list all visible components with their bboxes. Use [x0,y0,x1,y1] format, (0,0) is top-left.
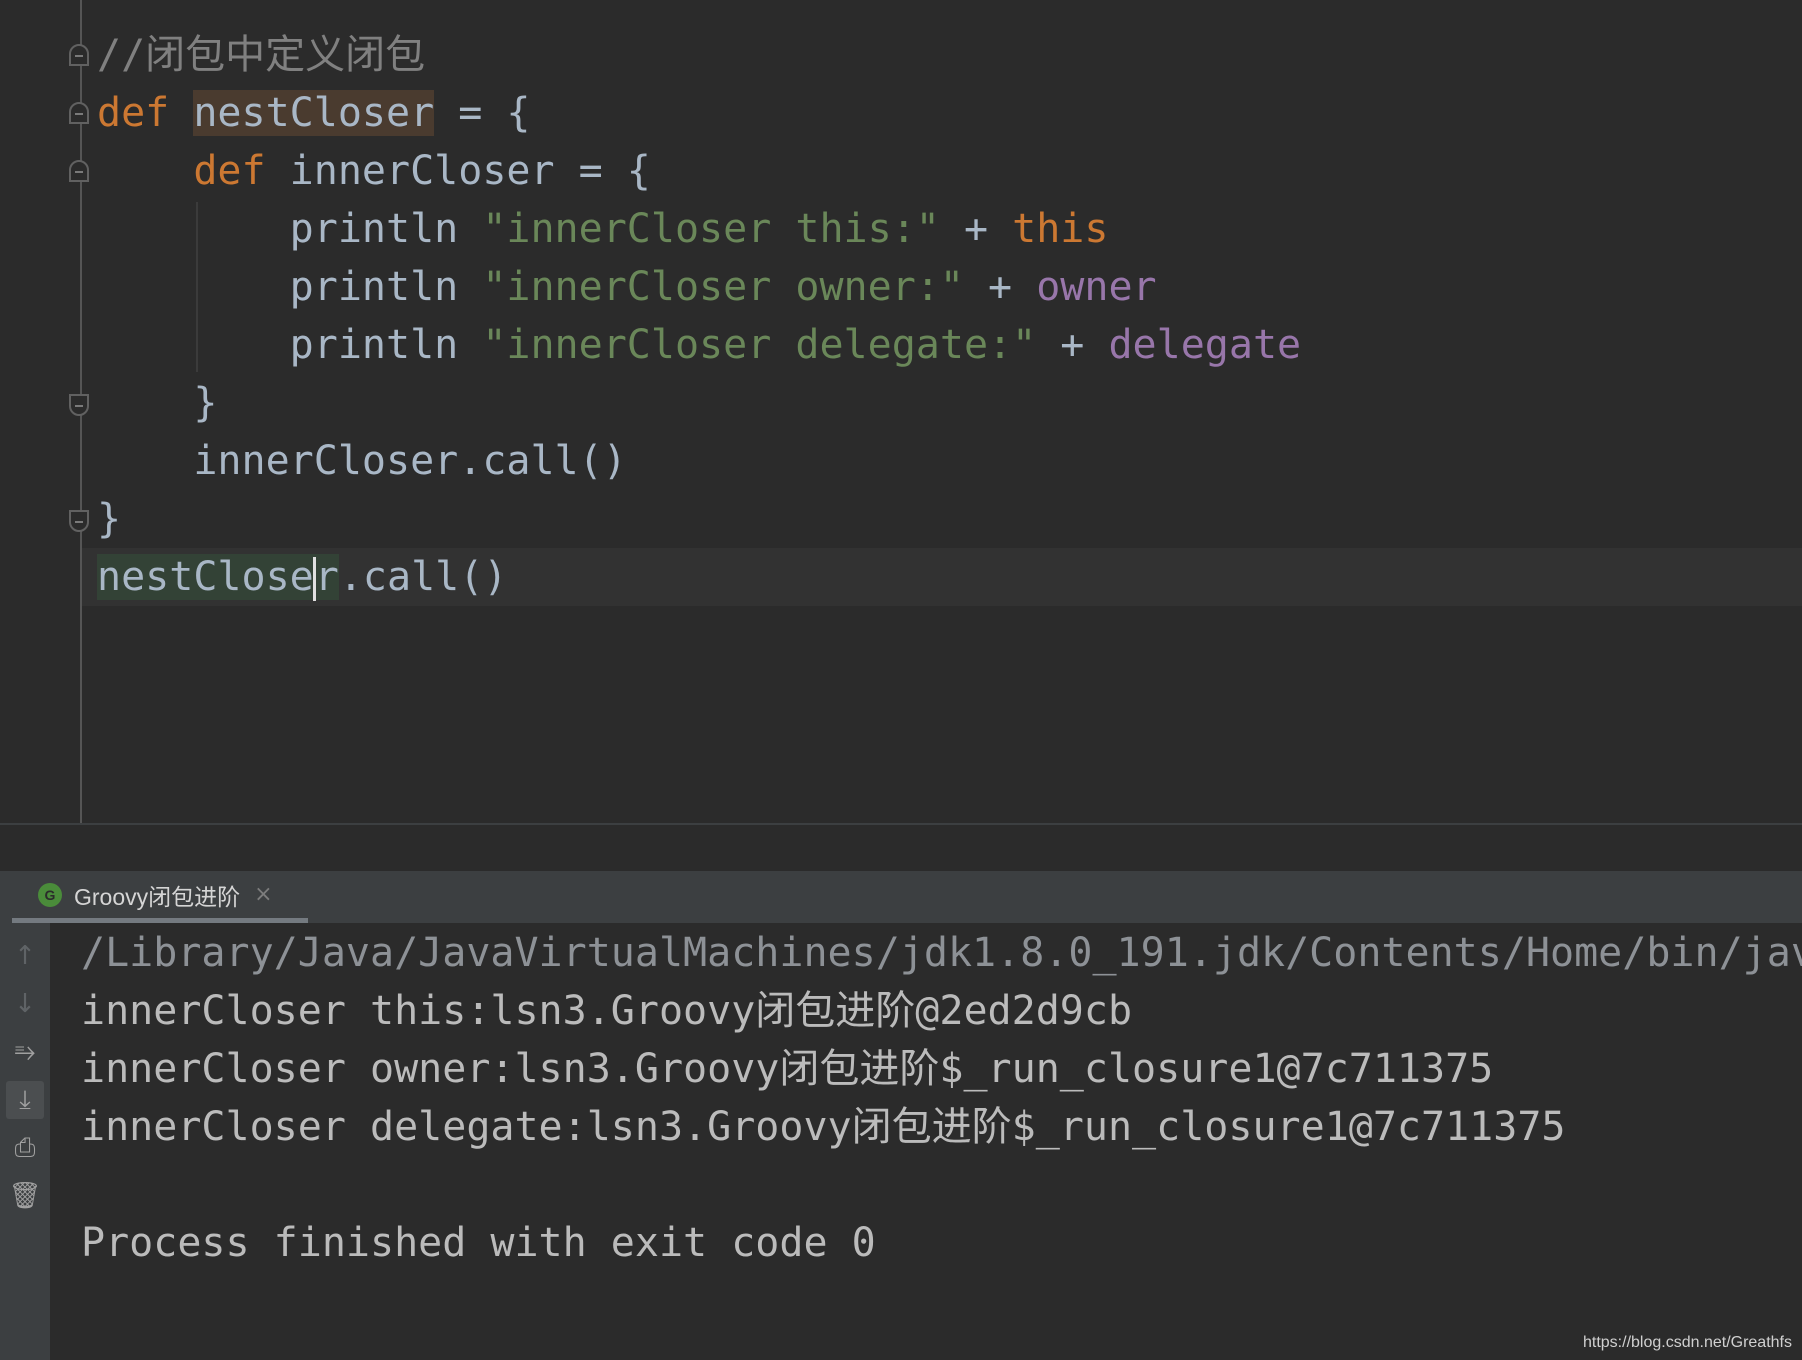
soft-wrap-icon[interactable]: ⥱ [6,1033,44,1071]
console-output[interactable]: /Library/Java/JavaVirtualMachines/jdk1.8… [50,923,1802,1360]
code-line-2: def nestCloser = { [97,85,531,141]
panel-divider[interactable] [0,823,1802,873]
field-owner: owner [1036,264,1157,310]
function-println: println [289,206,483,252]
fold-marker-icon[interactable] [69,160,89,182]
string-literal: "innerCloser delegate:" [482,322,1037,368]
code-line-7: } [97,375,217,431]
console-line: innerCloser delegate:lsn3.Groovy闭包进阶$_ru… [81,1104,1566,1150]
code-text: innerCloser = { [265,148,651,194]
close-icon[interactable]: × [254,882,272,907]
code-editor[interactable]: //闭包中定义闭包 def nestCloser = { def innerCl… [0,0,1802,823]
run-tab-groovy[interactable]: G Groovy闭包进阶 × [12,871,308,923]
fold-end-marker-icon[interactable] [69,510,89,532]
string-literal: "innerCloser this:" [482,206,940,252]
comment: //闭包中定义闭包 [97,32,426,78]
console-line: innerCloser owner:lsn3.Groovy闭包进阶$_run_c… [81,1046,1494,1092]
fold-marker-icon[interactable] [69,44,89,66]
console-line: innerCloser this:lsn3.Groovy闭包进阶@2ed2d9c… [81,988,1133,1034]
fold-marker-icon[interactable] [69,102,89,124]
print-icon[interactable]: ⎙ [6,1129,44,1167]
operator: + [963,264,1037,310]
run-tab-label: Groovy闭包进阶 [74,883,241,910]
identifier-nestCloser: nestCloser [193,90,435,136]
operator: + [939,206,1013,252]
run-toolbar: ↑ ↓ ⥱ ⤓ ⎙ 🗑 [0,923,50,1360]
keyword-this: this [1012,206,1109,252]
operator: + [1036,322,1109,368]
keyword-def: def [193,148,266,194]
code-text: } [97,496,122,542]
function-println: println [289,322,483,368]
console-line: Process finished with exit code 0 [81,1220,876,1266]
code-text: .call() [338,554,508,600]
code-line-9: } [97,491,121,547]
console-line: /Library/Java/JavaVirtualMachines/jdk1.8… [81,930,1802,976]
code-line-1: //闭包中定义闭包 [97,27,425,83]
fold-end-marker-icon[interactable] [69,394,89,416]
identifier-part: nestClose [97,554,314,600]
keyword-def: def [97,90,170,136]
trash-icon[interactable]: 🗑 [6,1177,44,1215]
function-println: println [289,264,483,310]
groovy-icon: G [38,882,62,907]
code-line-4: println "innerCloser this:" + this [97,201,1109,257]
down-arrow-icon[interactable]: ↓ [6,985,44,1023]
code-text: innerCloser.call() [97,438,627,484]
code-line-8: innerCloser.call() [97,433,627,489]
code-text: = { [434,90,531,136]
code-line-5: println "innerCloser owner:" + owner [97,259,1157,315]
identifier-part: r [314,554,339,600]
scroll-to-end-icon[interactable]: ⤓ [6,1081,44,1119]
code-line-10: nestCloser.call() [97,549,507,605]
field-delegate: delegate [1108,322,1302,368]
run-tool-window-header: G Groovy闭包进阶 × [0,871,1802,924]
code-line-3: def innerCloser = { [97,143,651,199]
up-arrow-icon[interactable]: ↑ [6,937,44,975]
watermark: https://blog.csdn.net/Greathfs [1582,1334,1792,1351]
code-line-6: println "innerCloser delegate:" + delega… [97,317,1301,373]
code-text: } [97,380,218,426]
string-literal: "innerCloser owner:" [482,264,964,310]
identifier-usage-highlight: nestCloser [97,554,339,601]
